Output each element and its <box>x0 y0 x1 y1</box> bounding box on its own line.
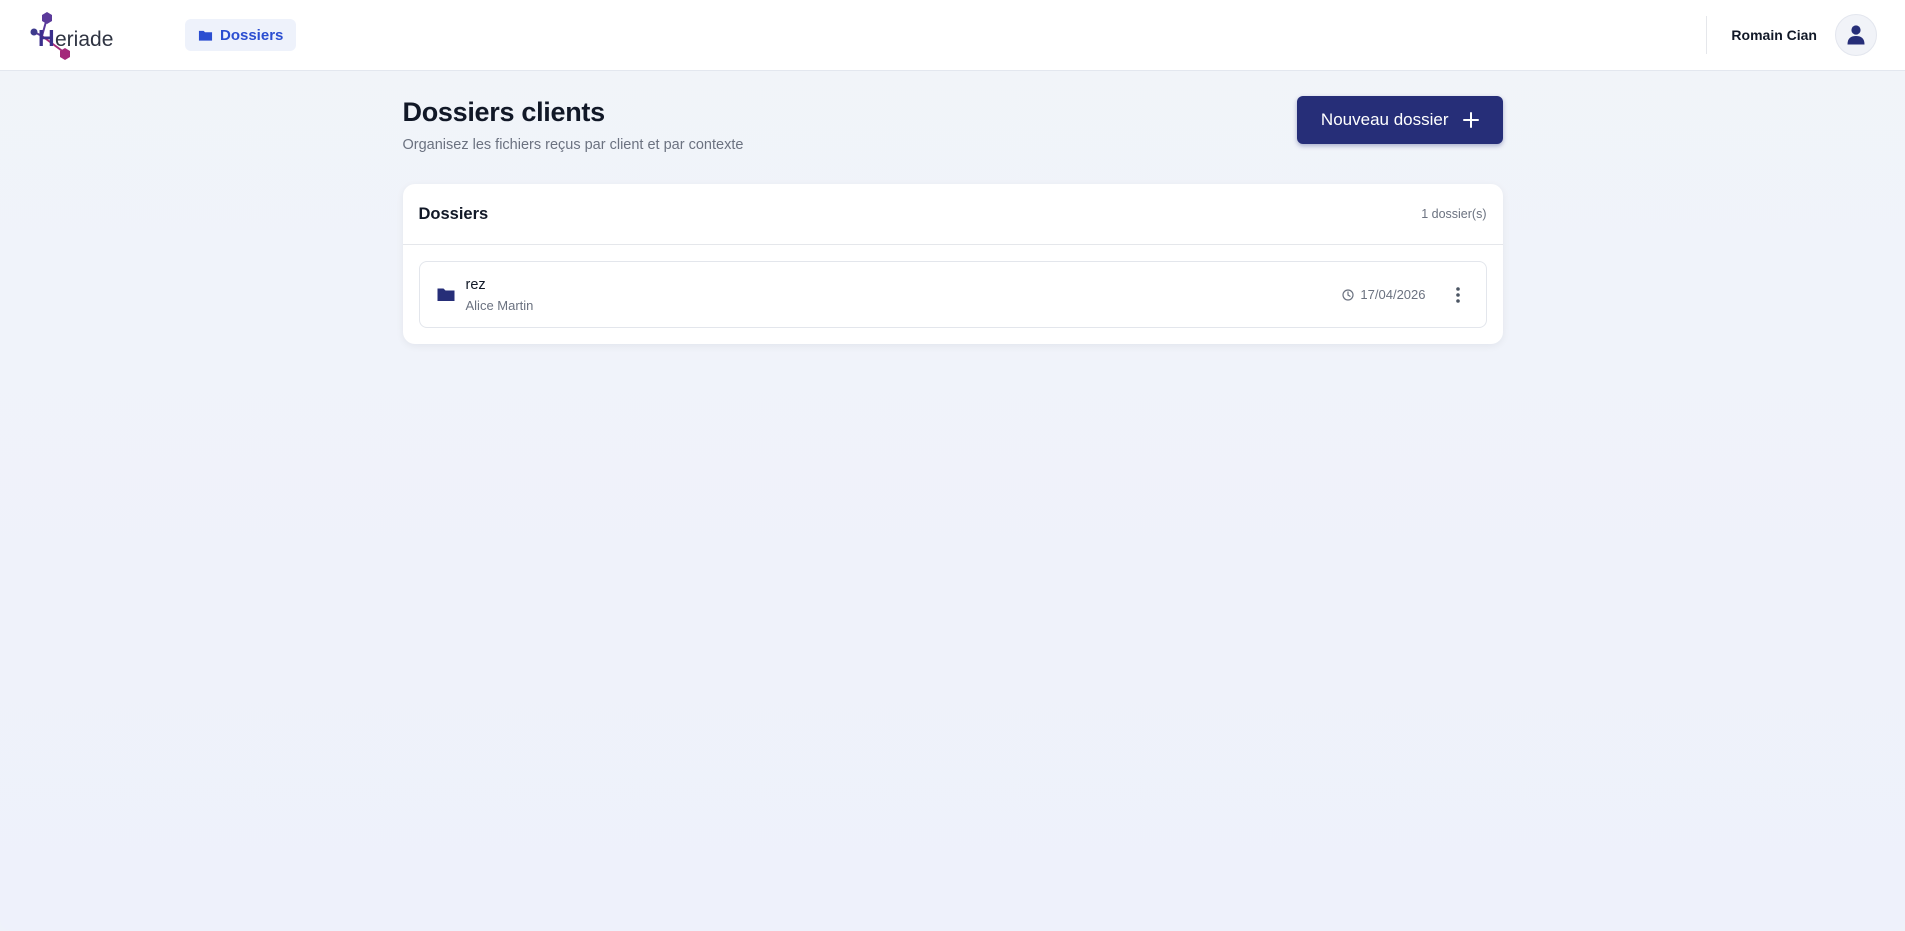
folder-date: 17/04/2026 <box>1342 287 1426 302</box>
folder-icon <box>437 288 454 301</box>
clock-icon <box>1342 288 1355 301</box>
plus-icon <box>1462 112 1479 128</box>
folder-menu-button[interactable] <box>1446 283 1470 307</box>
new-folder-button-label: Nouveau dossier <box>1320 110 1449 129</box>
folders-count: 1 dossier(s) <box>1421 207 1487 221</box>
folder-date-label: 17/04/2026 <box>1360 287 1426 302</box>
nav-dossiers[interactable]: Dossiers <box>185 19 297 51</box>
folder-client: Alice Martin <box>465 297 534 313</box>
folders-card-header: Dossiers 1 dossier(s) <box>402 184 1503 245</box>
folder-name: rez <box>465 276 486 293</box>
main-content: Dossiers clients Organisez les fichiers … <box>402 71 1503 344</box>
heriade-logo[interactable]: H eriade <box>30 10 125 60</box>
folders-card: Dossiers 1 dossier(s) rez Alice Martin 1… <box>402 184 1503 344</box>
more-vertical-icon <box>1455 286 1460 303</box>
header-divider <box>1706 16 1708 54</box>
page-header: Dossiers clients Organisez les fichiers … <box>403 95 1503 153</box>
folders-card-title: Dossiers <box>418 204 489 223</box>
page-subtitle: Organisez les fichiers reçus par client … <box>402 137 744 153</box>
nav-dossiers-label: Dossiers <box>220 26 284 44</box>
top-bar: H eriade Dossiers Romain Cian <box>0 0 1905 71</box>
logo-text: eriade <box>55 28 113 51</box>
user-icon <box>1847 25 1865 45</box>
list-item[interactable]: rez Alice Martin 17/04/2026 <box>418 261 1487 328</box>
heriade-logo-mark: H eriade <box>30 12 113 60</box>
logo-initial: H <box>38 25 55 51</box>
folders-list: rez Alice Martin 17/04/2026 <box>403 245 1503 344</box>
user-name: Romain Cian <box>1731 27 1817 43</box>
folder-icon <box>198 30 213 41</box>
user-avatar-button[interactable] <box>1835 14 1877 56</box>
new-folder-button[interactable]: Nouveau dossier <box>1296 96 1503 144</box>
page-title: Dossiers clients <box>402 97 606 127</box>
app-window: H eriade Dossiers Romain Cian Dossiers c… <box>0 0 1905 931</box>
